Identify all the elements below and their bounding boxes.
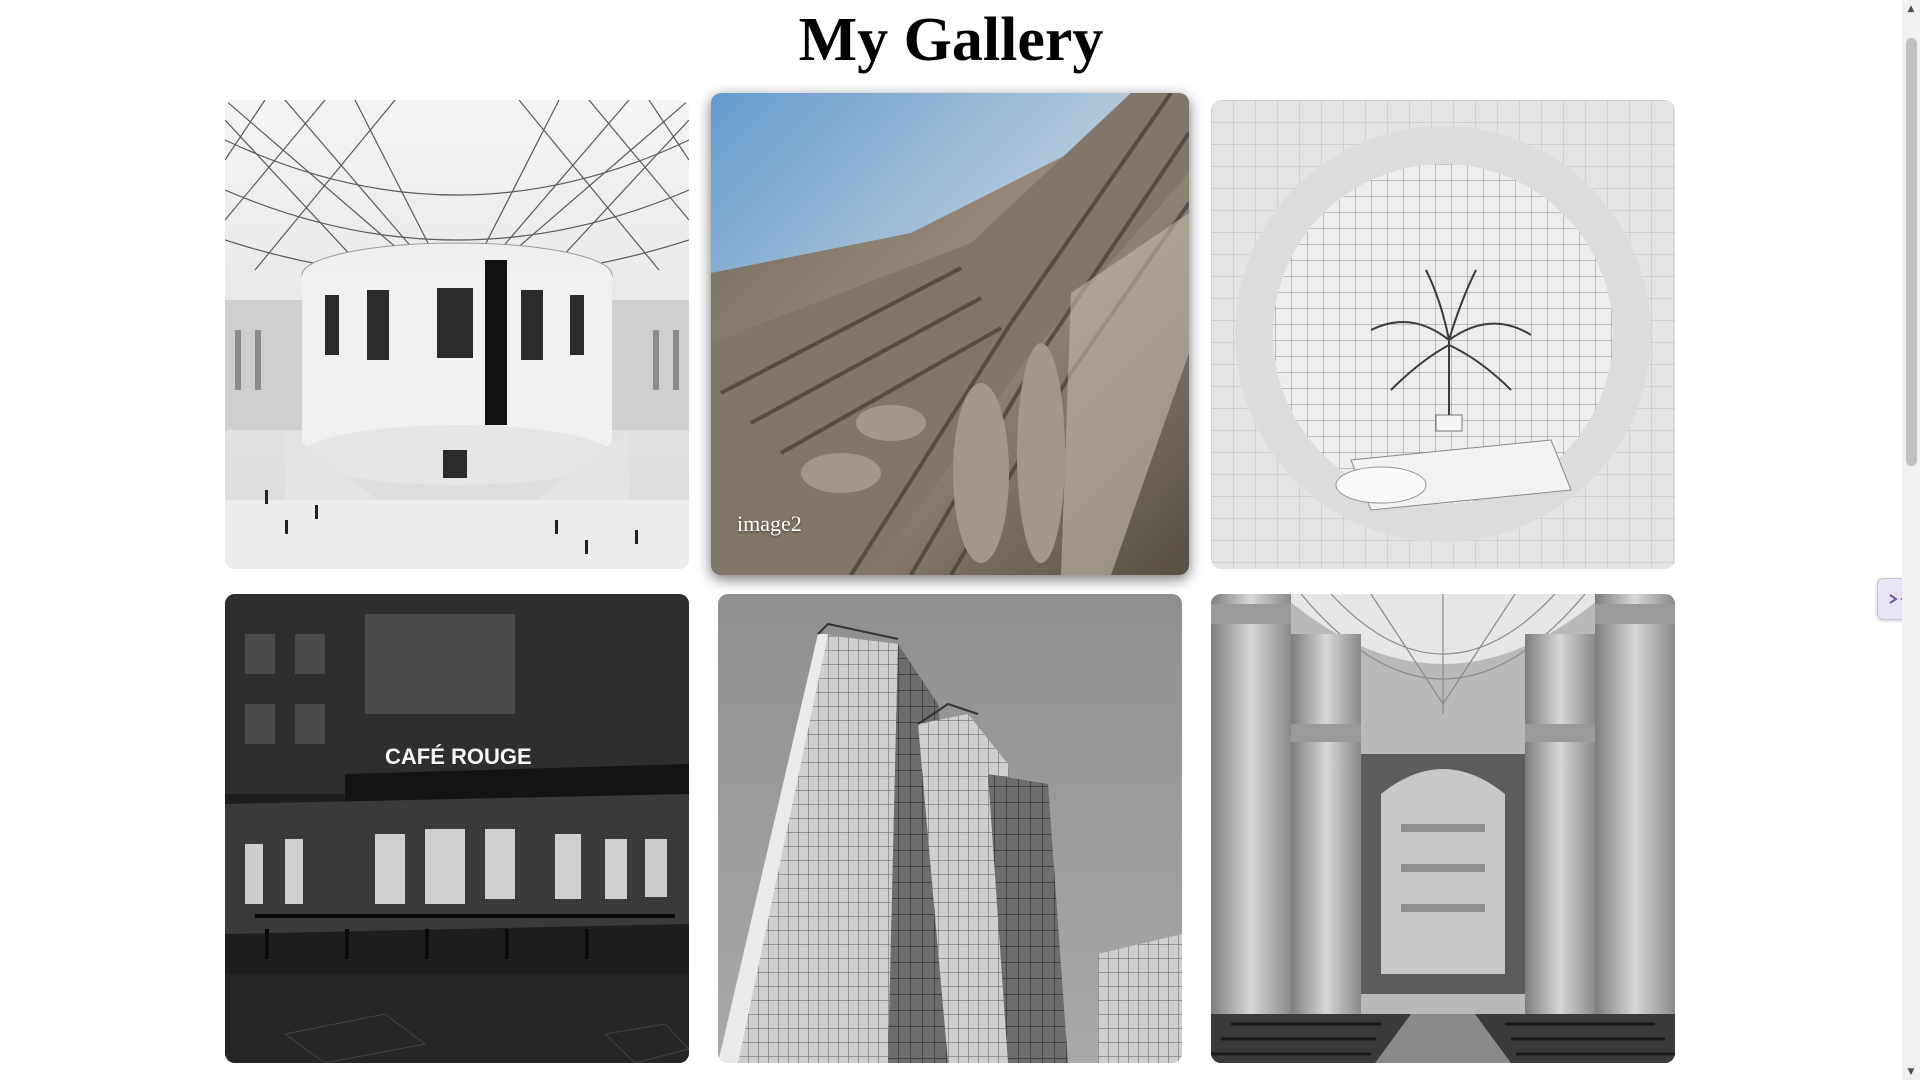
- scroll-down-arrow-icon[interactable]: ▼: [1902, 1063, 1920, 1080]
- gallery-item-image1[interactable]: [225, 100, 689, 569]
- page-title: My Gallery: [798, 6, 1104, 74]
- skyscraper-photo: [718, 594, 1182, 1063]
- scrollbar-thumb[interactable]: [1906, 38, 1917, 466]
- cafe-night-photo: CAFÉ ROUGE: [225, 594, 689, 1063]
- gallery-item-caption: image2: [737, 511, 802, 536]
- atrium-photo: [225, 100, 689, 569]
- gallery-item-image3[interactable]: [1211, 100, 1675, 569]
- gallery-item-image2[interactable]: image2: [711, 93, 1189, 575]
- scroll-up-arrow-icon[interactable]: ▲: [1902, 0, 1920, 17]
- vertical-scrollbar[interactable]: ▲ ▼: [1902, 0, 1920, 1080]
- gallery-item-image4[interactable]: CAFÉ ROUGE: [225, 594, 689, 1063]
- tiled-room-photo: [1211, 100, 1675, 569]
- gallery-item-image5[interactable]: [718, 594, 1182, 1063]
- cathedral-interior-photo: [1211, 594, 1675, 1063]
- cathedral-facade-photo: [711, 93, 1189, 575]
- gallery-item-image6[interactable]: [1211, 594, 1675, 1063]
- gallery-page: My Gallery image2 CAFÉ ROUGE ▲ ▼: [0, 0, 1920, 1080]
- cafe-sign-text: CAFÉ ROUGE: [385, 744, 532, 769]
